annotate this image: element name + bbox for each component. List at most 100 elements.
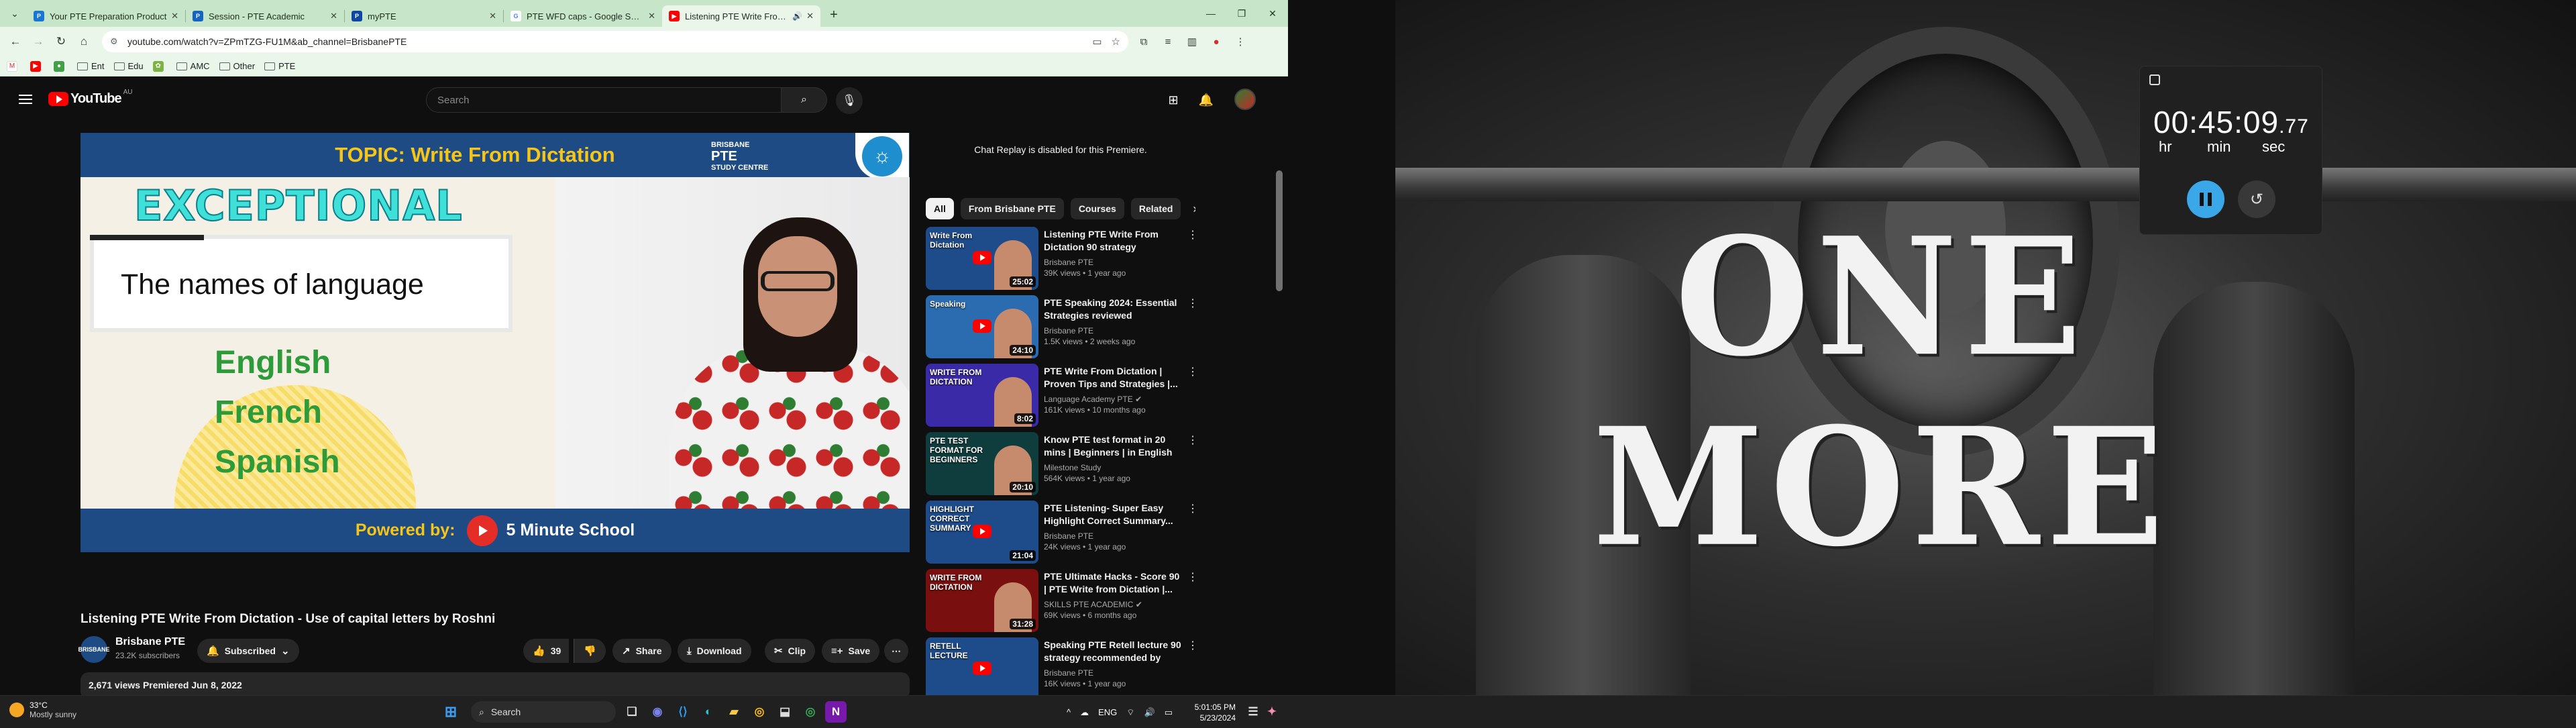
- recommended-video[interactable]: WRITE FROM DICTATION 31:28 PTE Ultimate H…: [926, 569, 1198, 637]
- edge-icon[interactable]: ◐: [698, 701, 719, 723]
- video-channel[interactable]: Language Academy PTE ✔: [1044, 395, 1182, 404]
- download-button[interactable]: ⤓ Download: [678, 639, 751, 663]
- taskbar-clock[interactable]: 5:01:05 PM 5/23/2024: [1182, 702, 1236, 723]
- speaker-icon[interactable]: 🔊: [792, 11, 802, 21]
- more-vertical-icon[interactable]: ⋮: [1187, 365, 1198, 378]
- chrome-icon[interactable]: ◎: [749, 701, 770, 723]
- recommended-video[interactable]: HIGHLIGHT CORRECT SUMMARY 21:04 PTE Liste…: [926, 501, 1198, 569]
- store-icon[interactable]: ⬓: [774, 701, 796, 723]
- video-thumbnail[interactable]: PTE TEST FORMAT FOR BEGINNERS 20:10: [926, 432, 1038, 495]
- chip-from-channel[interactable]: From Brisbane PTE: [960, 198, 1064, 219]
- chip-all[interactable]: All: [926, 198, 954, 219]
- profile-extension-icon[interactable]: ●: [1208, 33, 1225, 50]
- subscribed-button[interactable]: 🔔 Subscribed ⌄: [197, 639, 299, 663]
- voice-search-mic-icon[interactable]: 🎙: [836, 87, 863, 114]
- tab-youtube-active[interactable]: ▶ Listening PTE Write From D 🔊 ✕: [662, 5, 820, 27]
- close-tab-icon[interactable]: ✕: [489, 11, 496, 21]
- more-vertical-icon[interactable]: ⋮: [1187, 639, 1198, 652]
- wifi-icon[interactable]: ⌔: [1126, 707, 1134, 718]
- minimize-icon[interactable]: —: [1195, 8, 1226, 19]
- hamburger-menu-icon[interactable]: [17, 92, 34, 108]
- close-tab-icon[interactable]: ✕: [648, 11, 655, 21]
- video-title[interactable]: Know PTE test format in 20 mins | Beginn…: [1044, 433, 1182, 459]
- close-window-icon[interactable]: ✕: [1257, 8, 1288, 19]
- video-thumbnail[interactable]: Speaking 24:10: [926, 295, 1038, 358]
- forward-icon[interactable]: →: [28, 32, 48, 52]
- video-channel[interactable]: Brisbane PTE: [1044, 668, 1182, 678]
- battery-icon[interactable]: ▭: [1165, 707, 1173, 718]
- video-thumbnail[interactable]: WRITE FROM DICTATION 8:02: [926, 364, 1038, 427]
- tab-search-icon[interactable]: ⌄: [5, 4, 24, 23]
- more-vertical-icon[interactable]: ⋮: [1187, 502, 1198, 515]
- expand-window-icon[interactable]: [2149, 74, 2160, 85]
- bookmark-folder-other[interactable]: Other: [219, 61, 255, 71]
- address-bar[interactable]: ⚙ youtube.com/watch?v=ZPmTZG-FU1M&ab_cha…: [102, 31, 1128, 52]
- onedrive-icon[interactable]: ☁: [1080, 707, 1089, 718]
- video-thumbnail[interactable]: HIGHLIGHT CORRECT SUMMARY 21:04: [926, 501, 1038, 564]
- video-channel[interactable]: Brisbane PTE: [1044, 531, 1182, 541]
- video-thumbnail[interactable]: WRITE FROM DICTATION 31:28: [926, 569, 1038, 632]
- windows-start-icon[interactable]: ⊞: [440, 701, 462, 723]
- stopwatch-widget[interactable]: 00:45:09.77 hr min sec ↺: [2139, 66, 2322, 235]
- pause-button[interactable]: [2187, 180, 2224, 218]
- menu-kebab-icon[interactable]: ⋮: [1232, 33, 1249, 50]
- search-button[interactable]: ⌕: [782, 87, 827, 113]
- recommended-video[interactable]: Write From Dictation 25:02 Listening PTE …: [926, 227, 1198, 295]
- video-title[interactable]: PTE Listening- Super Easy Highlight Corr…: [1044, 502, 1182, 527]
- account-avatar[interactable]: [1234, 89, 1256, 110]
- vscode-icon[interactable]: ⟨⟩: [672, 701, 694, 723]
- notifications-bell-icon[interactable]: 🔔: [1197, 91, 1215, 109]
- task-view-icon[interactable]: ❏: [621, 701, 643, 723]
- taskbar-search-box[interactable]: ⌕ Search: [471, 701, 616, 723]
- channel-name[interactable]: Brisbane PTE: [115, 636, 185, 648]
- bookmark-star-icon[interactable]: ☆: [1112, 36, 1120, 48]
- bookmark-folder-edu[interactable]: Edu: [113, 61, 144, 71]
- more-vertical-icon[interactable]: ⋮: [1187, 433, 1198, 447]
- video-title[interactable]: PTE Write From Dictation | Proven Tips a…: [1044, 365, 1182, 391]
- weather-widget[interactable]: 33°C Mostly sunny: [9, 700, 76, 719]
- dislike-button[interactable]: 👎: [574, 639, 606, 663]
- chip-related[interactable]: Related: [1130, 198, 1181, 219]
- video-title[interactable]: Listening PTE Write From Dictation 90 st…: [1044, 228, 1182, 254]
- back-icon[interactable]: ←: [5, 32, 25, 52]
- bookmark-folder-pte[interactable]: PTE: [264, 61, 295, 71]
- more-vertical-icon[interactable]: ⋮: [1187, 228, 1198, 242]
- file-explorer-icon[interactable]: ▰: [723, 701, 745, 723]
- copilot-icon[interactable]: ✦: [1261, 701, 1283, 723]
- home-icon[interactable]: ⌂: [74, 32, 94, 52]
- bookmark-youtube[interactable]: ▶: [30, 60, 44, 72]
- clip-button[interactable]: ✂ Clip: [765, 639, 816, 663]
- youtube-logo[interactable]: YouTube AU: [48, 89, 132, 107]
- volume-icon[interactable]: 🔊: [1144, 707, 1155, 718]
- youtube-search-input[interactable]: Search: [426, 87, 782, 113]
- more-vertical-icon[interactable]: ⋮: [1187, 570, 1198, 584]
- side-panel-icon[interactable]: ▥: [1183, 33, 1201, 50]
- page-scrollbar[interactable]: [1276, 170, 1283, 291]
- share-button[interactable]: ↗ Share: [612, 639, 672, 663]
- close-tab-icon[interactable]: ✕: [330, 11, 337, 21]
- video-title[interactable]: PTE Speaking 2024: Essential Strategies …: [1044, 297, 1182, 322]
- onenote-icon[interactable]: N: [825, 701, 847, 723]
- recommended-video[interactable]: RETELL LECTURE Speaking PTE Retell lectu…: [926, 637, 1198, 695]
- video-title[interactable]: Speaking PTE Retell lecture 90 strategy …: [1044, 639, 1182, 664]
- input-language[interactable]: ENG: [1098, 707, 1117, 717]
- video-channel[interactable]: Brisbane PTE: [1044, 258, 1182, 267]
- recommended-video[interactable]: WRITE FROM DICTATION 8:02 PTE Write From …: [926, 364, 1198, 432]
- tray-overflow-icon[interactable]: ^: [1067, 707, 1071, 717]
- like-button[interactable]: 👍 39: [523, 639, 570, 663]
- channel-avatar[interactable]: BRISBANE: [78, 636, 110, 663]
- chevron-right-icon[interactable]: ›: [1187, 202, 1195, 216]
- video-title[interactable]: PTE Ultimate Hacks - Score 90 | PTE Writ…: [1044, 570, 1182, 596]
- description-box[interactable]: 2,671 views Premiered Jun 8, 2022: [80, 672, 910, 695]
- tab-pte-product[interactable]: P Your PTE Preparation Product ✕: [27, 5, 185, 27]
- bookmark-extra[interactable]: ●: [54, 60, 68, 72]
- video-thumbnail[interactable]: RETELL LECTURE: [926, 637, 1038, 695]
- reload-icon[interactable]: ↻: [51, 32, 71, 52]
- more-vertical-icon[interactable]: ⋮: [1187, 297, 1198, 310]
- tab-google-search[interactable]: G PTE WFD caps - Google Search ✕: [504, 5, 662, 27]
- more-actions-button[interactable]: ⋯: [884, 639, 908, 663]
- close-tab-icon[interactable]: ✕: [171, 11, 178, 21]
- site-info-icon[interactable]: ⚙: [110, 36, 121, 47]
- reset-button[interactable]: ↺: [2238, 180, 2275, 218]
- video-player[interactable]: TOPIC: Write From Dictation BRISBANE PTE…: [80, 133, 910, 552]
